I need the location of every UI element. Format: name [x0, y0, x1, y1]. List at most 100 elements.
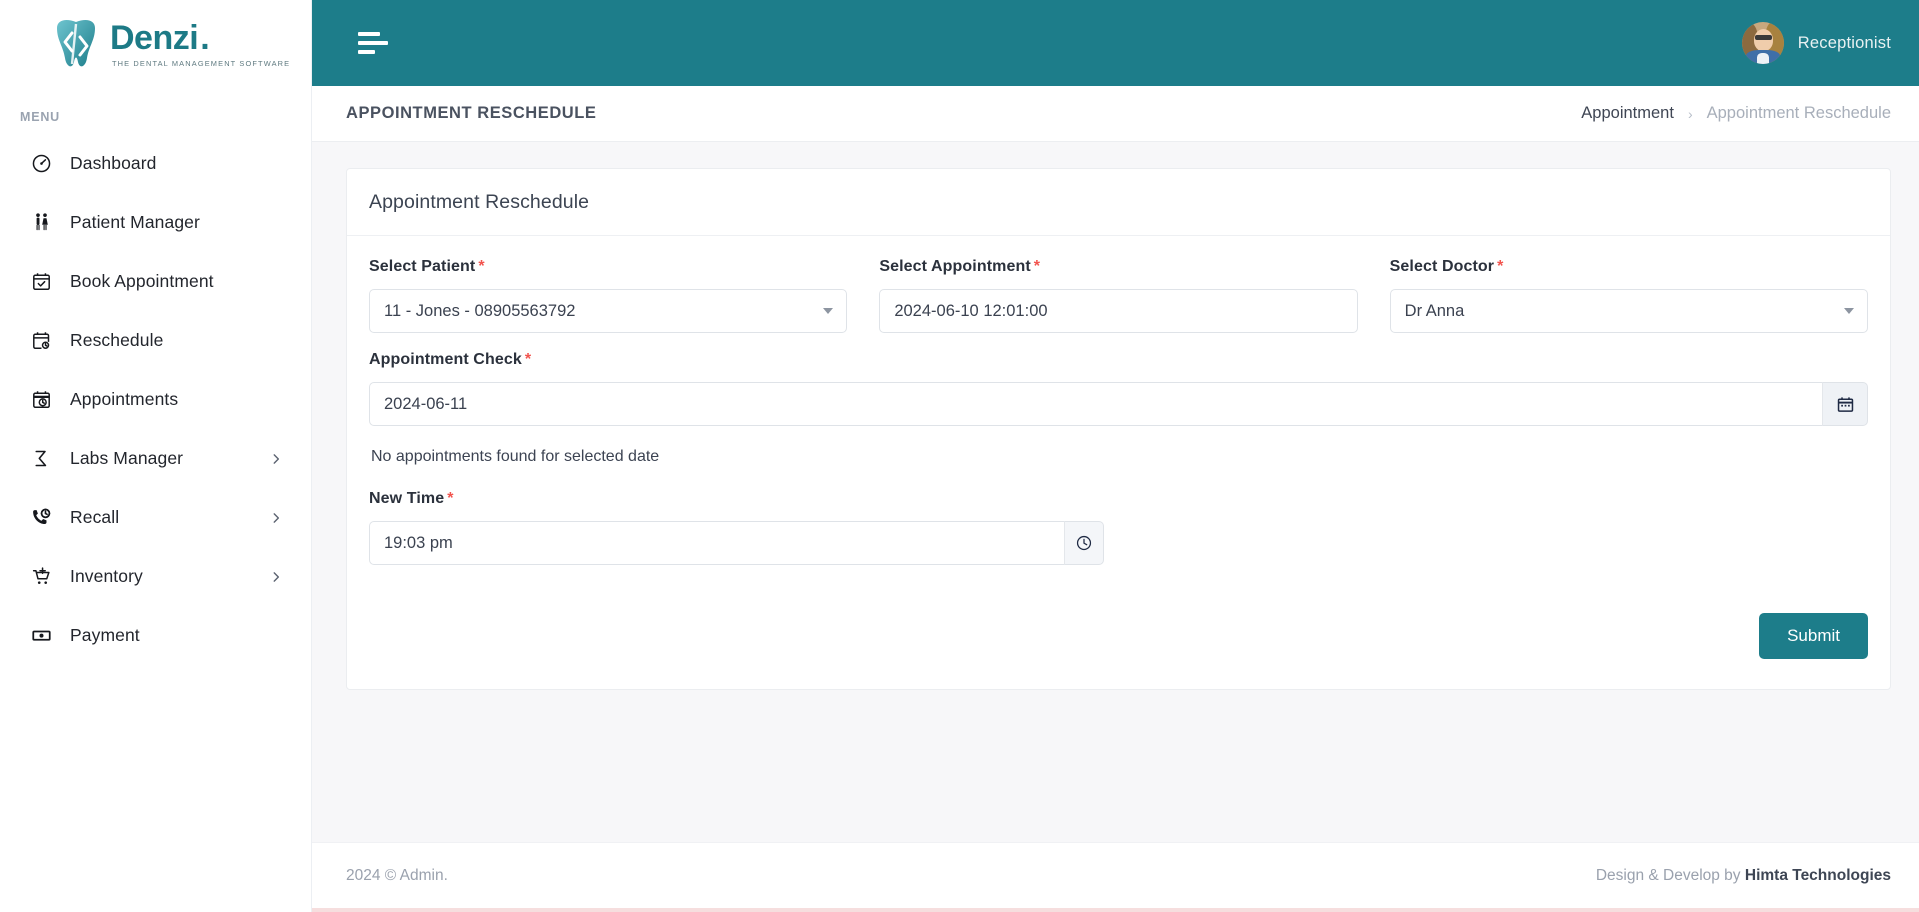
calendar-check-icon — [30, 271, 52, 293]
field-new-time: New Time * 19:03 pm — [369, 490, 1868, 565]
new-time-input[interactable]: 19:03 pm — [369, 521, 1064, 565]
field-appointment-check: Appointment Check * 2024-06-11 — [369, 351, 1868, 426]
breadcrumb-current: Appointment Reschedule — [1706, 104, 1891, 122]
label-text: New Time — [369, 490, 445, 507]
footer-credit-prefix: Design & Develop by — [1595, 866, 1745, 884]
appointment-check-label: Appointment Check * — [369, 351, 1868, 369]
select-patient-dropdown[interactable]: 11 - Jones - 08905563792 — [369, 289, 848, 333]
required-mark: * — [524, 351, 532, 368]
chevron-down-icon — [1843, 308, 1854, 314]
cart-plus-icon — [30, 566, 52, 588]
form-row-1: Select Patient * 11 - Jones - 08905563792… — [369, 258, 1868, 333]
hamburger-line — [358, 32, 380, 36]
main-area: Receptionist APPOINTMENT RESCHEDULE Appo… — [312, 0, 1919, 912]
sidebar-item-label: Inventory — [70, 566, 143, 586]
sidebar-section-label: MENU — [20, 110, 61, 124]
hamburger-line — [358, 50, 375, 54]
sidebar-item-book-appointment[interactable]: Book Appointment — [0, 252, 311, 311]
chevron-right-icon: › — [1687, 105, 1693, 122]
new-time-label: New Time * — [369, 490, 1868, 508]
form-actions: Submit — [369, 613, 1868, 659]
sidebar-item-label: Dashboard — [70, 153, 157, 173]
two-people-icon — [30, 212, 52, 234]
required-mark: * — [478, 258, 485, 275]
phone-clock-icon — [30, 507, 52, 529]
field-select-patient: Select Patient * 11 - Jones - 08905563792 — [369, 258, 848, 333]
card-header: Appointment Reschedule — [347, 169, 1890, 236]
label-text: Appointment Check — [369, 351, 522, 368]
submit-button[interactable]: Submit — [1759, 613, 1868, 659]
calendar-refresh-icon — [30, 330, 52, 352]
card-body: Select Patient * 11 - Jones - 08905563792… — [347, 236, 1890, 689]
sidebar-item-label: Reschedule — [70, 330, 164, 350]
footer-copyright: 2024 © Admin. — [346, 866, 448, 884]
sidebar-item-label: Book Appointment — [70, 271, 214, 291]
hamburger-line — [358, 41, 388, 45]
clock-icon[interactable] — [1064, 521, 1104, 565]
select-appointment-label: Select Appointment * — [879, 258, 1357, 276]
appointment-check-group: 2024-06-11 — [369, 382, 1868, 426]
sidebar: Denzi . THE DENTAL MANAGEMENT SOFTWARE M… — [0, 0, 312, 912]
sidebar-item-label: Appointments — [70, 389, 179, 409]
page-title: APPOINTMENT RESCHEDULE — [346, 104, 597, 122]
banknote-icon — [30, 625, 52, 647]
sidebar-item-recall[interactable]: Recall — [0, 488, 311, 547]
select-doctor-value: Dr Anna — [1404, 301, 1465, 320]
chevron-right-icon — [269, 452, 283, 466]
breadcrumb: Appointment › Appointment Reschedule — [1581, 104, 1891, 123]
sidebar-item-patient-manager[interactable]: Patient Manager — [0, 193, 311, 252]
user-menu[interactable]: Receptionist — [1741, 22, 1891, 64]
chevron-down-icon — [823, 308, 834, 314]
page-content: Appointment Reschedule Select Patient * 1… — [312, 142, 1919, 816]
sidebar-item-inventory[interactable]: Inventory — [0, 547, 311, 606]
sidebar-item-reschedule[interactable]: Reschedule — [0, 311, 311, 370]
bottom-strip — [312, 908, 1919, 912]
brand-name: Denzi — [110, 18, 199, 57]
flask-sigma-icon — [30, 448, 52, 470]
user-name-label: Receptionist — [1797, 33, 1891, 52]
breadcrumb-parent[interactable]: Appointment — [1581, 104, 1674, 123]
user-avatar-photo — [1741, 22, 1784, 64]
hamburger-icon[interactable] — [358, 32, 388, 54]
sidebar-item-label: Recall — [70, 507, 120, 527]
appointment-check-input[interactable]: 2024-06-11 — [369, 382, 1822, 426]
sidebar-item-label: Patient Manager — [70, 212, 200, 232]
chevron-right-icon — [269, 511, 283, 525]
select-doctor-label: Select Doctor * — [1390, 258, 1868, 276]
brand-tagline: THE DENTAL MANAGEMENT SOFTWARE — [112, 58, 291, 68]
new-time-value: 19:03 pm — [384, 533, 453, 552]
footer-credit: Design & Develop by Himta Technologies — [1596, 867, 1891, 885]
sidebar-item-label: Labs Manager — [70, 448, 184, 468]
calendar-clock-icon — [30, 389, 52, 411]
app-root: Denzi . THE DENTAL MANAGEMENT SOFTWARE M… — [0, 0, 1919, 912]
chevron-right-icon — [269, 570, 283, 584]
brand-logo[interactable]: Denzi . THE DENTAL MANAGEMENT SOFTWARE — [0, 0, 311, 88]
sidebar-item-appointments[interactable]: Appointments — [0, 370, 311, 429]
required-mark: * — [1497, 258, 1504, 275]
calendar-icon[interactable] — [1822, 382, 1868, 426]
topbar: Receptionist — [312, 0, 1919, 86]
required-mark: * — [1033, 258, 1041, 275]
new-time-group: 19:03 pm — [369, 521, 1104, 565]
tooth-code-logo-icon — [52, 18, 100, 70]
label-text: Select Doctor — [1389, 258, 1495, 275]
label-text: Select Appointment — [879, 258, 1031, 275]
required-mark: * — [447, 490, 454, 507]
select-appointment-value: 2024-06-10 12:01:00 — [894, 301, 1048, 320]
footer-credit-brand[interactable]: Himta Technologies — [1745, 867, 1891, 884]
card-title: Appointment Reschedule — [369, 191, 590, 213]
select-patient-label: Select Patient * — [369, 258, 847, 276]
appointment-check-hint: No appointments found for selected date — [371, 448, 660, 465]
select-appointment-input[interactable]: 2024-06-10 12:01:00 — [879, 289, 1358, 333]
sidebar-item-payment[interactable]: Payment — [0, 606, 311, 665]
sidebar-item-label: Payment — [70, 625, 140, 645]
field-select-doctor: Select Doctor * Dr Anna — [1389, 258, 1868, 333]
label-text: Select Patient — [369, 258, 476, 275]
sidebar-item-dashboard[interactable]: Dashboard — [0, 134, 311, 193]
field-select-appointment: Select Appointment * 2024-06-10 12:01:00 — [879, 258, 1358, 333]
page-header: APPOINTMENT RESCHEDULE Appointment › App… — [312, 86, 1919, 142]
reschedule-card: Appointment Reschedule Select Patient * 1… — [346, 168, 1891, 690]
select-doctor-dropdown[interactable]: Dr Anna — [1389, 289, 1868, 333]
sidebar-item-labs-manager[interactable]: Labs Manager — [0, 429, 311, 488]
select-patient-value: 11 - Jones - 08905563792 — [384, 301, 576, 320]
